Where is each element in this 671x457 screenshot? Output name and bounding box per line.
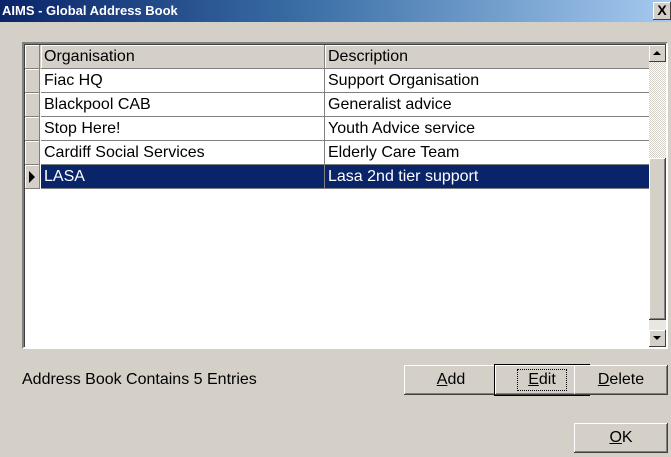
entry-count-label: Address Book Contains 5 Entries (22, 371, 257, 388)
table-row[interactable]: Cardiff Social Services Elderly Care Tea… (25, 141, 653, 165)
title-bar: AIMS - Global Address Book X (0, 0, 671, 22)
grid-header: Organisation Description (25, 45, 653, 69)
header-indicator-cell (25, 45, 40, 69)
table-row[interactable]: Blackpool CAB Generalist advice (25, 93, 653, 117)
table-row-selected[interactable]: LASA Lasa 2nd tier support (25, 165, 653, 189)
cell-organisation[interactable]: Fiac HQ (41, 69, 325, 93)
row-indicator[interactable] (25, 141, 40, 165)
scroll-track[interactable] (649, 62, 666, 158)
close-icon: X (657, 2, 667, 18)
scroll-down-button[interactable] (649, 330, 666, 347)
arrow-down-icon (653, 336, 661, 340)
cell-organisation[interactable]: Cardiff Social Services (41, 141, 325, 165)
arrow-up-icon (653, 51, 661, 55)
row-indicator[interactable] (25, 69, 40, 93)
cell-organisation[interactable]: Blackpool CAB (41, 93, 325, 117)
vertical-scrollbar[interactable] (649, 45, 666, 347)
current-row-arrow-icon (29, 171, 35, 183)
row-indicator[interactable] (25, 117, 40, 141)
column-header-organisation[interactable]: Organisation (41, 45, 325, 69)
scroll-thumb[interactable] (649, 158, 666, 320)
close-button[interactable]: X (653, 2, 671, 20)
cell-description[interactable]: Lasa 2nd tier support (325, 165, 653, 189)
delete-button[interactable]: Delete (574, 365, 668, 395)
table-row[interactable]: Stop Here! Youth Advice service (25, 117, 653, 141)
cell-organisation[interactable]: LASA (41, 165, 325, 189)
row-indicator[interactable] (25, 93, 40, 117)
cell-organisation[interactable]: Stop Here! (41, 117, 325, 141)
cell-description[interactable]: Generalist advice (325, 93, 653, 117)
cell-description[interactable]: Elderly Care Team (325, 141, 653, 165)
ok-button[interactable]: OK (574, 423, 668, 453)
scroll-up-button[interactable] (649, 45, 666, 62)
cell-description[interactable]: Support Organisation (325, 69, 653, 93)
column-header-description[interactable]: Description (325, 45, 653, 69)
cell-description[interactable]: Youth Advice service (325, 117, 653, 141)
table-row[interactable]: Fiac HQ Support Organisation (25, 69, 653, 93)
add-button[interactable]: Add (404, 365, 498, 395)
row-indicator[interactable] (25, 165, 40, 189)
window-title: AIMS - Global Address Book (2, 3, 178, 18)
address-grid[interactable]: Organisation Description Fiac HQ Support… (22, 42, 668, 349)
